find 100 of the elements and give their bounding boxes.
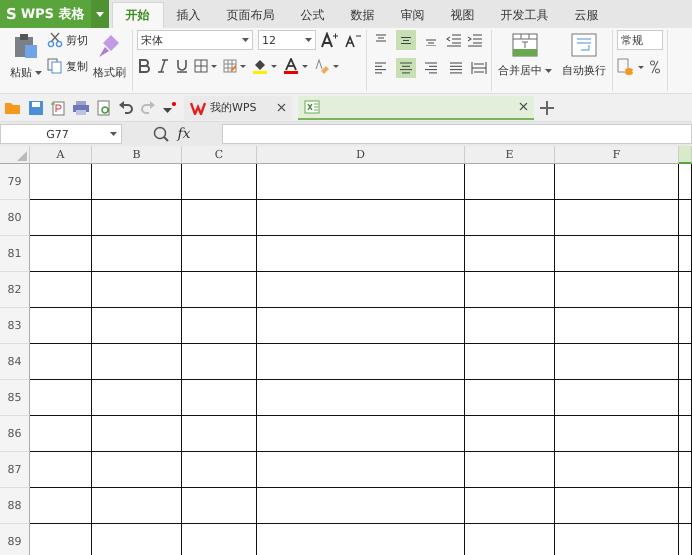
grid-cell[interactable]	[465, 272, 555, 308]
grid-cell[interactable]	[92, 380, 182, 416]
column-header[interactable]: D	[257, 146, 465, 164]
zoom-icon[interactable]	[153, 126, 170, 142]
export-pdf-icon[interactable]	[50, 100, 66, 116]
grid-cell[interactable]	[92, 236, 182, 272]
grid-cell[interactable]	[92, 488, 182, 524]
grid-cell[interactable]	[182, 236, 257, 272]
grid-cell[interactable]	[92, 452, 182, 488]
grid-cell[interactable]	[30, 308, 92, 344]
grid-cell[interactable]	[30, 272, 92, 308]
align-center-button[interactable]	[396, 58, 416, 78]
print-preview-icon[interactable]	[96, 100, 112, 116]
grid-cell[interactable]	[555, 236, 679, 272]
ribbon-tab[interactable]: 插入	[164, 2, 214, 28]
fill-color-icon[interactable]	[252, 58, 278, 74]
grid-cell[interactable]	[30, 164, 92, 200]
undo-icon[interactable]	[118, 100, 134, 116]
italic-icon[interactable]	[156, 59, 170, 73]
ribbon-tab[interactable]: 开始	[112, 2, 164, 28]
grid-cell[interactable]	[679, 416, 692, 452]
grid-cell[interactable]	[182, 200, 257, 236]
paste-button[interactable]: 粘贴	[8, 30, 44, 83]
row-header[interactable]: 88	[0, 488, 30, 524]
grid-cell[interactable]	[182, 164, 257, 200]
ribbon-tab[interactable]: 公式	[288, 2, 338, 28]
ribbon-tab[interactable]: 开发工具	[488, 2, 562, 28]
grid-cell[interactable]	[92, 164, 182, 200]
grid-cell[interactable]	[679, 452, 692, 488]
ribbon-tab[interactable]: 审阅	[388, 2, 438, 28]
grid-cell[interactable]	[679, 380, 692, 416]
grid-cell[interactable]	[465, 416, 555, 452]
grid-cell[interactable]	[257, 236, 465, 272]
formula-input[interactable]	[222, 124, 692, 144]
grid-cell[interactable]	[30, 200, 92, 236]
ribbon-tab[interactable]: 数据	[338, 2, 388, 28]
borders-icon[interactable]	[194, 59, 218, 73]
document-tab[interactable]: 我的WPS	[184, 96, 292, 120]
grid-cell[interactable]	[465, 488, 555, 524]
grid-cell[interactable]	[555, 452, 679, 488]
grid-cell[interactable]	[182, 452, 257, 488]
row-header[interactable]: 81	[0, 236, 30, 272]
decrease-indent-icon[interactable]	[446, 33, 462, 47]
grid-cell[interactable]	[92, 272, 182, 308]
grid-cell[interactable]	[679, 308, 692, 344]
grid-cell[interactable]	[30, 236, 92, 272]
row-header[interactable]: 83	[0, 308, 30, 344]
grid-cell[interactable]	[92, 308, 182, 344]
grid-cell[interactable]	[30, 488, 92, 524]
number-format-field[interactable]: 常规	[617, 30, 663, 50]
row-header[interactable]: 84	[0, 344, 30, 380]
grid-cell[interactable]	[30, 416, 92, 452]
cut-button[interactable]: 剪切	[47, 30, 88, 48]
grid-cell[interactable]	[182, 308, 257, 344]
customize-dropdown-icon[interactable]	[162, 100, 178, 116]
grid-cell[interactable]	[465, 200, 555, 236]
row-header[interactable]: 82	[0, 272, 30, 308]
grid-cell[interactable]	[555, 272, 679, 308]
new-tab-icon[interactable]	[540, 100, 554, 114]
column-header[interactable]: F	[555, 146, 679, 164]
font-size-field[interactable]: 12	[258, 30, 316, 50]
grow-font-icon[interactable]	[321, 32, 339, 48]
grid-cell[interactable]	[257, 164, 465, 200]
grid-cell[interactable]	[182, 380, 257, 416]
grid-cell[interactable]	[182, 488, 257, 524]
currency-format-icon[interactable]	[617, 58, 645, 76]
dropdown-button[interactable]	[90, 0, 109, 28]
ribbon-tab[interactable]: 云服	[562, 2, 612, 28]
merge-center-button[interactable]: 合并居中	[496, 30, 554, 81]
grid-cell[interactable]	[465, 452, 555, 488]
increase-indent-icon[interactable]	[467, 33, 483, 47]
grid-cell[interactable]	[257, 380, 465, 416]
grid-cell[interactable]	[92, 344, 182, 380]
grid-cell[interactable]	[555, 200, 679, 236]
row-header[interactable]: 79	[0, 164, 30, 200]
grid-cell[interactable]	[679, 488, 692, 524]
row-header[interactable]: 80	[0, 200, 30, 236]
grid-cell[interactable]	[465, 236, 555, 272]
grid-cell[interactable]	[555, 416, 679, 452]
grid-cell[interactable]	[465, 308, 555, 344]
save-icon[interactable]	[28, 100, 44, 116]
row-header[interactable]: 86	[0, 416, 30, 452]
grid-cell[interactable]	[679, 272, 692, 308]
grid-cell[interactable]	[257, 308, 465, 344]
wrap-text-button[interactable]: 自动换行	[560, 30, 608, 81]
align-middle-button[interactable]	[396, 30, 416, 50]
eraser-icon[interactable]	[314, 58, 340, 74]
copy-button[interactable]: 复制	[47, 56, 88, 74]
grid-cell[interactable]	[679, 200, 692, 236]
grid-cell[interactable]	[679, 344, 692, 380]
grid-cell[interactable]	[465, 380, 555, 416]
close-icon[interactable]	[277, 103, 286, 112]
grid-cell[interactable]	[257, 200, 465, 236]
column-header[interactable]: B	[92, 146, 182, 164]
grid-cell[interactable]	[257, 344, 465, 380]
font-name-field[interactable]: 宋体	[137, 30, 253, 50]
grid-cell[interactable]	[679, 164, 692, 200]
grid-cell[interactable]	[555, 164, 679, 200]
grid-cell[interactable]	[30, 344, 92, 380]
print-icon[interactable]	[72, 100, 90, 116]
